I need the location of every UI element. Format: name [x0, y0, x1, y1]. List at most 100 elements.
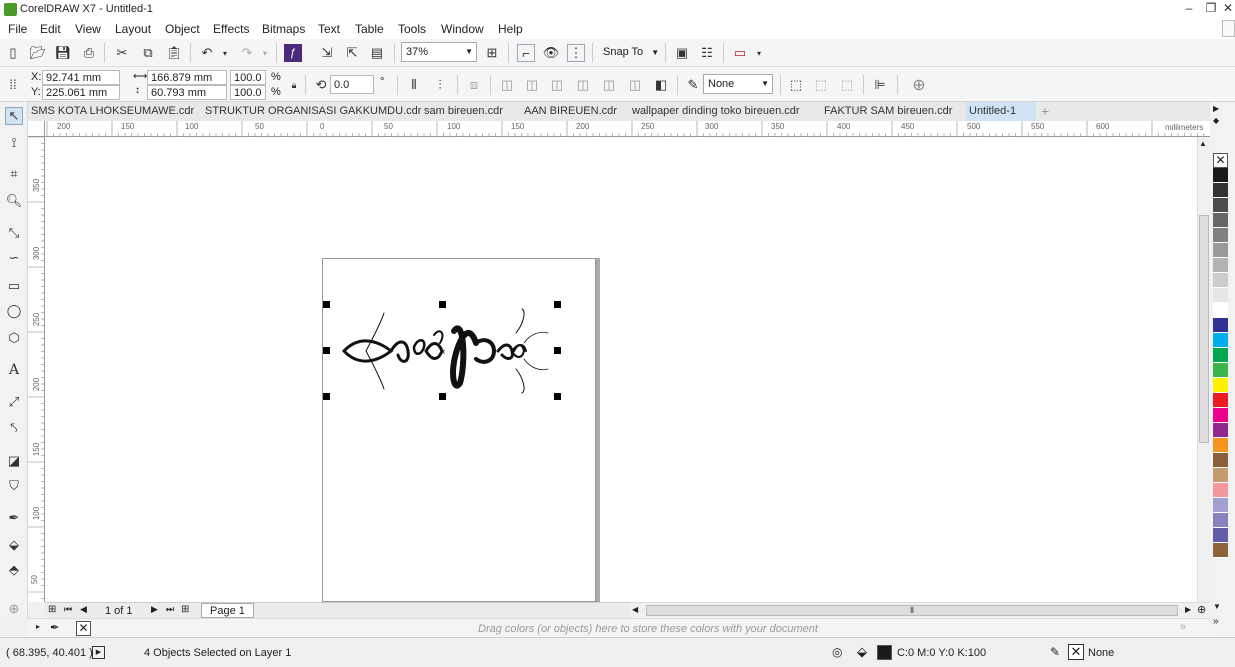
ellipse-tool-icon[interactable]: ◯ — [5, 302, 23, 320]
group-icon[interactable]: ⬚ — [787, 76, 805, 94]
full-screen-preview-icon[interactable]: ⊞ — [483, 44, 501, 62]
scale-y-field[interactable]: 100.0 — [230, 85, 266, 100]
menu-file[interactable]: File — [8, 22, 27, 36]
drop-shadow-tool-icon[interactable]: ◪ — [5, 452, 23, 470]
last-page-icon[interactable]: ⏭ — [166, 604, 174, 615]
object-origin-icon[interactable]: ⁞⁞ — [4, 75, 22, 93]
redo-icon[interactable]: ↷ — [238, 44, 256, 62]
ungroup-all-icon[interactable]: ⬚ — [838, 76, 856, 94]
parallel-dimension-tool-icon[interactable]: ⤢ — [5, 393, 23, 411]
rectangle-tool-icon[interactable]: ▭ — [5, 277, 23, 295]
tab-struktur-organisasi-gakkumdu[interactable]: STRUKTUR ORGANISASI GAKKUMDU.cdr — [202, 102, 424, 121]
connector-tool-icon[interactable]: ⤣ — [5, 419, 23, 437]
snap-to-button[interactable]: Snap To ▼ — [603, 46, 659, 58]
menu-layout[interactable]: Layout — [115, 22, 151, 36]
color-swatch[interactable] — [1213, 243, 1228, 258]
color-swatch[interactable] — [1213, 348, 1228, 363]
palette-scroll-up-icon[interactable]: ▶ — [1213, 104, 1219, 113]
launcher-dropdown-icon[interactable]: ▾ — [750, 44, 768, 62]
selection-handle-bottom-left[interactable] — [323, 393, 330, 400]
color-swatch[interactable] — [1213, 333, 1228, 348]
color-swatch[interactable] — [1213, 228, 1228, 243]
text-tool-icon[interactable]: A — [5, 361, 23, 379]
menu-help[interactable]: Help — [498, 22, 523, 36]
lock-ratio-icon[interactable]: 🔒︎ — [285, 76, 303, 94]
color-swatch[interactable] — [1213, 408, 1228, 423]
smart-fill-tool-icon[interactable]: ⬘ — [5, 561, 23, 579]
fill-color-swatch[interactable] — [877, 645, 892, 660]
welcome-screen-icon[interactable]: ▣ — [673, 44, 691, 62]
mirror-horizontal-icon[interactable]: ⫴ — [405, 76, 423, 94]
ruler-origin[interactable] — [28, 121, 45, 137]
minimize-icon[interactable]: – — [1177, 1, 1201, 19]
tab-untitled-1[interactable]: Untitled-1 — [966, 102, 1036, 121]
undo-dropdown-icon[interactable]: ▾ — [216, 44, 234, 62]
color-proof-icon[interactable]: ◎ — [832, 645, 842, 659]
eyedropper-tool-icon[interactable]: ✒ — [5, 509, 23, 527]
crop-tool-icon[interactable]: ⌗ — [5, 165, 23, 183]
create-boundary-icon[interactable]: ◧ — [652, 76, 670, 94]
menu-effects[interactable]: Effects — [213, 22, 249, 36]
redo-dropdown-icon[interactable]: ▾ — [256, 44, 274, 62]
color-swatch[interactable] — [1213, 318, 1228, 333]
intersect-icon[interactable]: ◫ — [548, 76, 566, 94]
color-swatch[interactable] — [1213, 513, 1228, 528]
color-swatch[interactable] — [1213, 213, 1228, 228]
color-swatch[interactable] — [1213, 258, 1228, 273]
print-icon[interactable]: ⎙ — [80, 44, 98, 62]
horizontal-scroll-thumb[interactable]: ⦀ — [646, 605, 1178, 616]
paste-icon[interactable]: 📋︎ — [165, 44, 183, 62]
rotation-angle-field[interactable]: 0.0 — [330, 75, 374, 94]
vertical-scroll-thumb[interactable] — [1199, 215, 1209, 443]
menu-text[interactable]: Text — [318, 22, 340, 36]
previous-page-icon[interactable]: ◀ — [80, 604, 87, 615]
tab-sms-kota-lhokseumawe[interactable]: SMS KOTA LHOKSEUMAWE.cdr — [28, 102, 197, 121]
eyedropper-icon[interactable]: ✒ — [50, 621, 59, 634]
tab-aan-bireuen[interactable]: AAN BIREUEN.cdr — [521, 102, 620, 121]
zoom-navigator-icon[interactable]: ⊕ — [1197, 603, 1206, 616]
align-distribute-icon[interactable]: ⊫ — [871, 76, 889, 94]
zoom-level-dropdown[interactable]: 37% ▼ — [401, 42, 477, 62]
import-icon[interactable]: ⇲ — [318, 44, 336, 62]
tab-wallpaper-dinding-toko-bireuen[interactable]: wallpaper dinding toko bireuen.cdr — [629, 102, 803, 121]
horizontal-ruler[interactable]: 200 150 100 50 0 50 100 150 200 250 300 … — [45, 121, 1210, 137]
combine-icon[interactable]: ⧈ — [465, 76, 483, 94]
color-swatch[interactable] — [1213, 423, 1228, 438]
right-panel-toggle[interactable] — [1222, 20, 1235, 37]
selection-handle-top-left[interactable] — [323, 301, 330, 308]
save-icon[interactable]: 💾︎ — [54, 44, 72, 62]
palette-more-icon[interactable]: » — [1213, 616, 1219, 627]
rotate-icon[interactable]: ⟲ — [312, 76, 330, 94]
show-grid-icon[interactable]: ⋮ — [567, 44, 585, 62]
color-swatch[interactable] — [1213, 168, 1228, 183]
transparency-tool-icon[interactable]: ⛉ — [5, 477, 23, 495]
page-tab[interactable]: Page 1 — [201, 603, 254, 618]
color-swatch[interactable] — [1213, 273, 1228, 288]
no-color-swatch[interactable]: ✕ — [1213, 153, 1228, 168]
options-icon[interactable]: ☷ — [698, 44, 716, 62]
selection-handle-top-right[interactable] — [554, 301, 561, 308]
palette-menu-icon[interactable]: ◆ — [1213, 116, 1219, 125]
color-swatch[interactable] — [1213, 198, 1228, 213]
doc-palette-menu-icon[interactable]: ▸ — [36, 622, 40, 631]
new-document-icon[interactable]: ▯ — [4, 44, 22, 62]
menu-tools[interactable]: Tools — [398, 22, 426, 36]
polygon-tool-icon[interactable]: ⬡ — [5, 329, 23, 347]
undo-icon[interactable]: ↶ — [198, 44, 216, 62]
doc-no-color-swatch[interactable]: ✕ — [76, 621, 91, 636]
trim-icon[interactable]: ◫ — [523, 76, 541, 94]
outline-none-swatch[interactable]: ✕ — [1068, 644, 1084, 660]
color-swatch[interactable] — [1213, 378, 1228, 393]
mirror-vertical-icon[interactable]: ⫶ — [431, 76, 449, 94]
menu-window[interactable]: Window — [441, 22, 484, 36]
application-launcher-icon[interactable]: ▭ — [731, 44, 749, 62]
color-swatch[interactable] — [1213, 288, 1228, 303]
selection-handle-top-middle[interactable] — [439, 301, 446, 308]
copy-icon[interactable]: ⧉ — [139, 44, 157, 62]
color-swatch[interactable] — [1213, 483, 1228, 498]
cut-icon[interactable]: ✂ — [113, 44, 131, 62]
restore-icon[interactable]: ❐ — [1199, 1, 1223, 19]
scroll-right-icon[interactable]: ▶ — [1185, 605, 1191, 614]
front-minus-back-icon[interactable]: ◫ — [600, 76, 618, 94]
selection-handle-bottom-middle[interactable] — [439, 393, 446, 400]
